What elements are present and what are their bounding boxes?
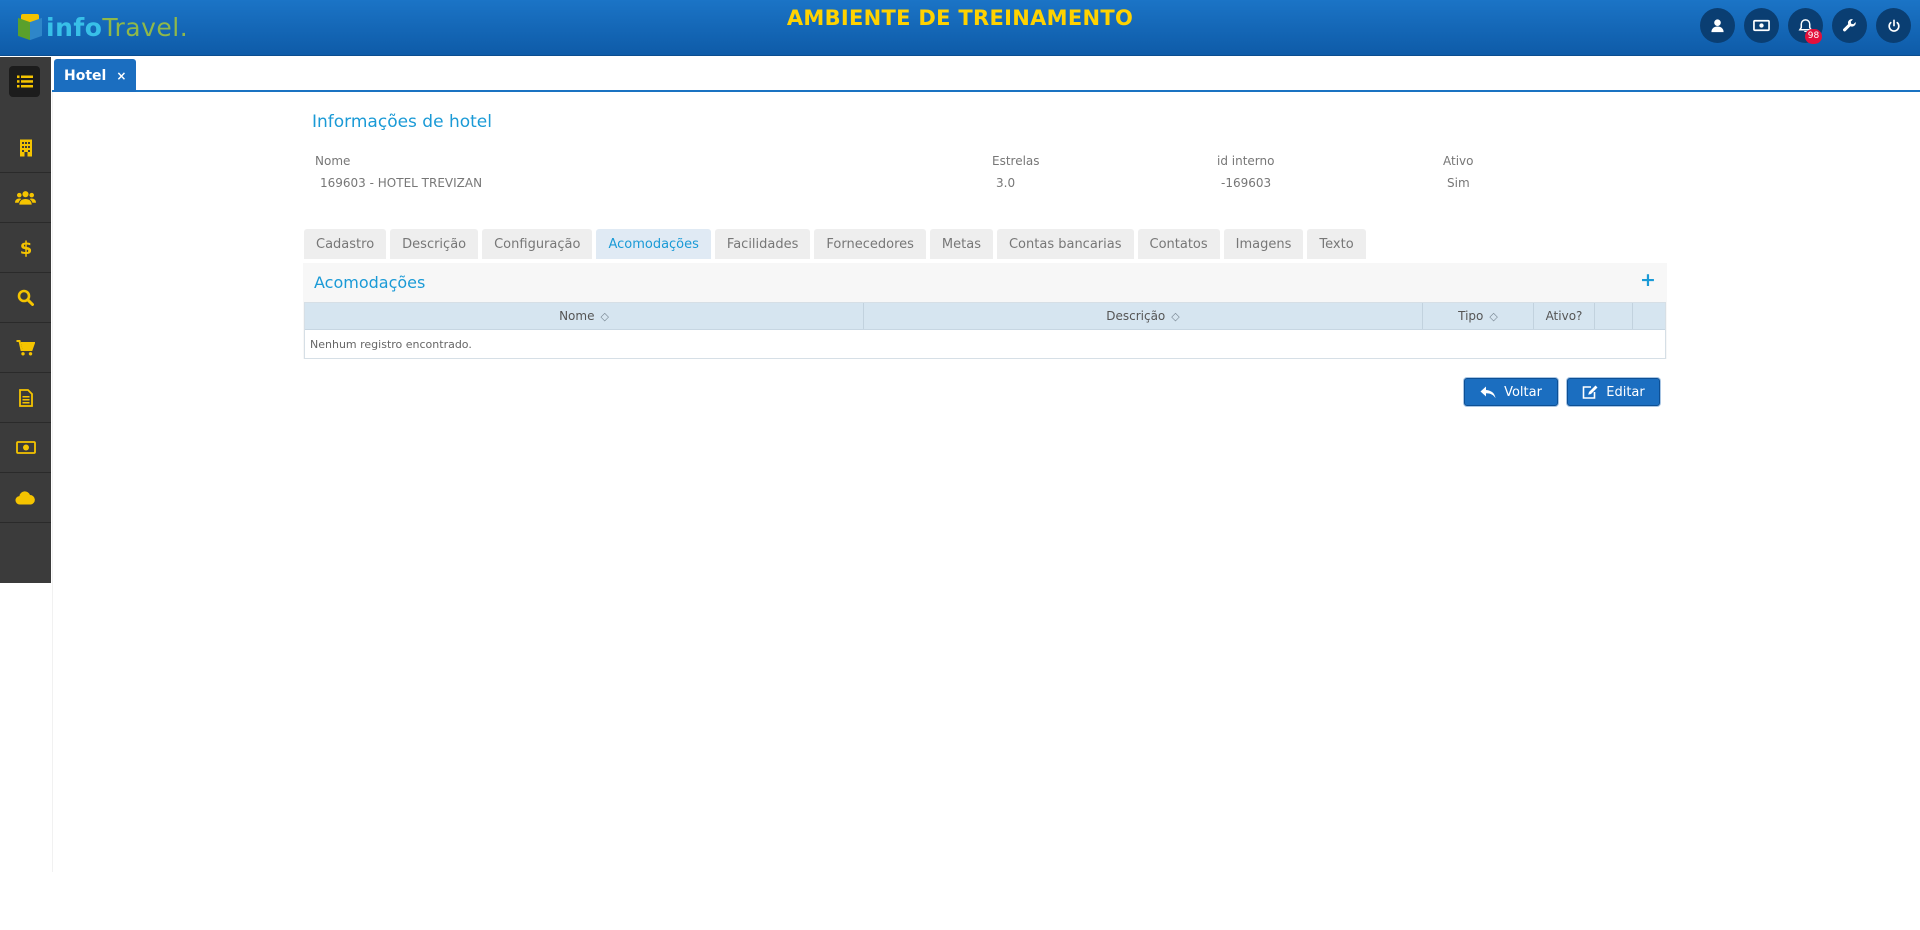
search-icon — [17, 289, 34, 306]
sidebar-item-users[interactable] — [0, 173, 51, 223]
tab-descricao[interactable]: Descrição — [390, 229, 479, 259]
money-icon — [15, 441, 36, 454]
top-bar: infoTravel. AMBIENTE DE TREINAMENTO 98 — [0, 0, 1920, 56]
list-icon — [16, 75, 33, 88]
cloud-icon — [15, 490, 35, 505]
tab-acomodacoes[interactable]: Acomodações — [596, 229, 711, 259]
close-icon[interactable]: × — [116, 69, 126, 83]
name-value: 169603 - HOTEL TREVIZAN — [320, 176, 483, 190]
sidebar-item-hotel[interactable] — [0, 123, 51, 173]
sidebar-item-finance[interactable]: $ — [0, 223, 51, 273]
logout-button[interactable] — [1876, 8, 1911, 43]
sidebar-item-documents[interactable] — [0, 373, 51, 423]
column-action-1 — [1595, 303, 1633, 329]
tab-contatos[interactable]: Contatos — [1137, 229, 1220, 259]
notifications-button[interactable]: 98 — [1788, 8, 1823, 44]
column-descricao-label: Descrição — [1106, 309, 1166, 323]
open-tabs-bar: Hotel × — [52, 58, 1920, 92]
section-tabs: Cadastro Descrição Configuração Acomodaç… — [304, 229, 1366, 259]
edit-button[interactable]: Editar — [1567, 378, 1660, 406]
column-nome-label: Nome — [559, 309, 595, 323]
content-panel — [52, 92, 1920, 872]
sidebar-item-payments[interactable] — [0, 423, 51, 473]
tab-cadastro[interactable]: Cadastro — [304, 229, 387, 259]
money-icon — [1753, 19, 1770, 32]
notifications-badge: 98 — [1805, 29, 1822, 44]
building-icon — [19, 139, 32, 156]
sort-icon: ◇ — [600, 309, 609, 323]
edit-button-label: Editar — [1606, 384, 1645, 400]
internal-id-value: -169603 — [1221, 176, 1272, 190]
sort-icon: ◇ — [1171, 309, 1180, 323]
accommodations-table: Nome ◇ Descrição ◇ Tipo ◇ Ativo? Nenhum … — [304, 302, 1666, 359]
stars-value: 3.0 — [996, 176, 1016, 190]
tab-configuracao[interactable]: Configuração — [482, 229, 593, 259]
settings-button[interactable] — [1832, 8, 1867, 43]
add-accommodation-button[interactable]: + — [1640, 269, 1656, 291]
power-icon — [1887, 18, 1900, 32]
sidebar-item-cloud[interactable] — [0, 473, 51, 523]
users-icon — [15, 190, 36, 205]
page-title: Informações de hotel — [312, 112, 492, 132]
edit-icon — [1582, 385, 1598, 399]
reply-icon — [1480, 386, 1496, 398]
environment-title: AMBIENTE DE TREINAMENTO — [786, 6, 1134, 30]
column-tipo[interactable]: Tipo ◇ — [1423, 303, 1534, 329]
sort-icon: ◇ — [1489, 309, 1498, 323]
user-button[interactable] — [1700, 8, 1735, 43]
back-button[interactable]: Voltar — [1464, 378, 1558, 406]
tab-hotel[interactable]: Hotel × — [54, 59, 137, 92]
sidebar-item-cart[interactable] — [0, 323, 51, 373]
column-ativo-label: Ativo? — [1545, 309, 1583, 323]
money-button[interactable] — [1744, 8, 1779, 43]
column-action-2 — [1633, 303, 1665, 329]
active-label: Ativo — [1443, 154, 1474, 168]
column-ativo: Ativo? — [1534, 303, 1595, 329]
wrench-icon — [1843, 19, 1856, 32]
tab-hotel-label: Hotel — [64, 67, 107, 84]
active-value: Sim — [1447, 176, 1470, 190]
column-descricao[interactable]: Descrição ◇ — [864, 303, 1423, 329]
tab-imagens[interactable]: Imagens — [1223, 229, 1304, 259]
tab-facilidades[interactable]: Facilidades — [714, 229, 811, 259]
cart-icon — [16, 339, 35, 355]
sidebar-item-search[interactable] — [0, 273, 51, 323]
column-nome[interactable]: Nome ◇ — [305, 303, 864, 329]
back-button-label: Voltar — [1504, 384, 1542, 400]
tab-metas[interactable]: Metas — [929, 229, 993, 259]
empty-message: Nenhum registro encontrado. — [310, 337, 472, 351]
sidebar: $ — [0, 57, 51, 583]
menu-toggle-button[interactable] — [9, 66, 40, 97]
dollar-icon: $ — [20, 238, 32, 257]
column-tipo-label: Tipo — [1458, 309, 1484, 323]
user-icon — [1711, 19, 1724, 33]
stars-label: Estrelas — [992, 154, 1040, 168]
name-label: Nome — [315, 154, 351, 168]
tab-texto[interactable]: Texto — [1307, 229, 1366, 259]
tab-contas-bancarias[interactable]: Contas bancarias — [996, 229, 1134, 259]
document-icon — [18, 388, 33, 407]
internal-id-label: id interno — [1217, 154, 1275, 168]
svg-text:$: $ — [20, 238, 32, 257]
accommodations-title: Acomodações — [314, 273, 426, 292]
table-header: Nome ◇ Descrição ◇ Tipo ◇ Ativo? — [305, 303, 1665, 330]
tab-fornecedores[interactable]: Fornecedores — [814, 229, 926, 259]
